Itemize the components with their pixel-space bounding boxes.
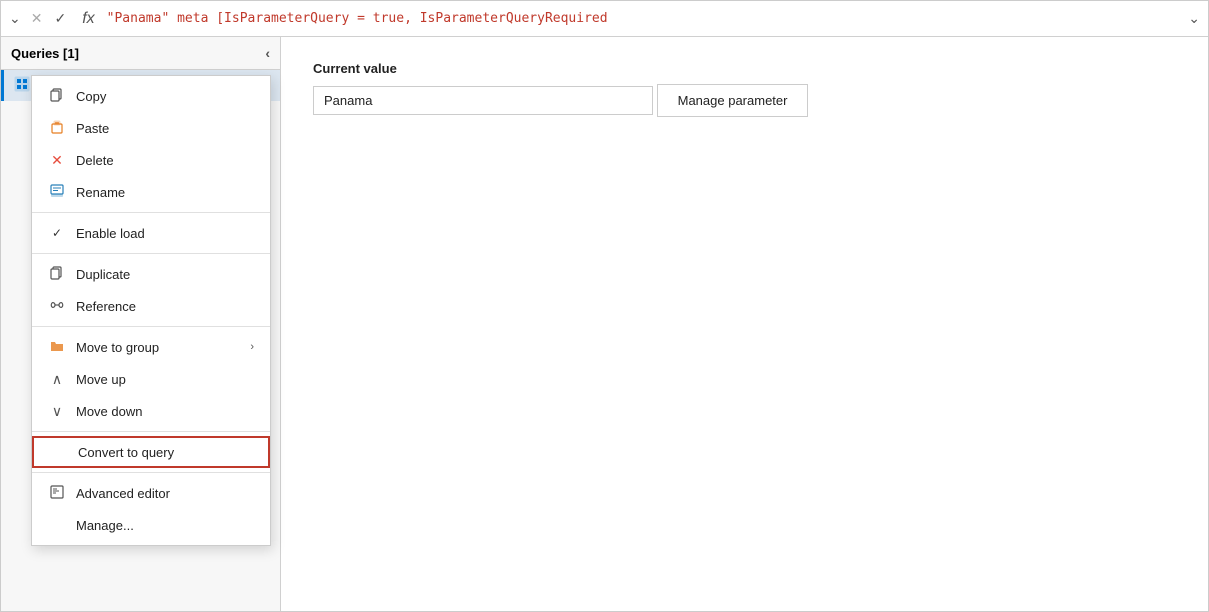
separator-1 [32,212,270,213]
menu-item-advanced-editor[interactable]: Advanced editor [32,477,270,509]
sidebar-title: Queries [1] [11,46,79,61]
current-value-label: Current value [313,61,1176,76]
menu-item-enable-load[interactable]: ✓ Enable load [32,217,270,249]
rename-icon [48,184,66,201]
move-to-group-label: Move to group [76,340,240,355]
sidebar: Queries [1] ‹ CountryName (Panama) [1,37,281,611]
paste-icon [48,120,66,137]
menu-item-move-up[interactable]: ∧ Move up [32,363,270,395]
menu-item-delete[interactable]: ✕ Delete [32,144,270,176]
menu-item-duplicate[interactable]: Duplicate [32,258,270,290]
main-area: Queries [1] ‹ CountryName (Panama) [1,37,1208,611]
manage-parameter-button[interactable]: Manage parameter [657,84,809,117]
copy-icon [48,88,66,105]
advanced-editor-label: Advanced editor [76,486,254,501]
paste-label: Paste [76,121,254,136]
separator-2 [32,253,270,254]
menu-item-manage[interactable]: Manage... [32,509,270,541]
menu-item-move-down[interactable]: ∨ Move down [32,395,270,427]
duplicate-label: Duplicate [76,267,254,282]
menu-item-convert-to-query[interactable]: Convert to query [32,436,270,468]
menu-item-rename[interactable]: Rename [32,176,270,208]
menu-item-reference[interactable]: Reference [32,290,270,322]
enable-load-checkmark: ✓ [48,226,66,240]
move-up-icon: ∧ [48,371,66,388]
reference-icon [48,298,66,315]
separator-5 [32,472,270,473]
copy-label: Copy [76,89,254,104]
separator-3 [32,326,270,327]
move-up-label: Move up [76,372,254,387]
content-area: Current value Manage parameter [281,37,1208,611]
reference-label: Reference [76,299,254,314]
menu-item-move-to-group[interactable]: Move to group › [32,331,270,363]
current-value-input[interactable] [313,86,653,115]
formula-bar-actions: ✕ ✓ [27,8,70,29]
delete-label: Delete [76,153,254,168]
manage-label: Manage... [76,518,254,533]
menu-item-paste[interactable]: Paste [32,112,270,144]
convert-to-query-label: Convert to query [78,445,252,460]
advanced-editor-icon [48,485,66,502]
formula-text: "Panama" meta [IsParameterQuery = true, … [107,11,1183,26]
sidebar-collapse-button[interactable]: ‹ [265,45,270,61]
formula-cancel-icon[interactable]: ✕ [27,8,47,29]
delete-icon: ✕ [48,152,66,169]
sidebar-header: Queries [1] ‹ [1,37,280,70]
move-down-icon: ∨ [48,403,66,420]
folder-icon [48,339,66,356]
query-item-icon [14,76,30,95]
formula-bar: ⌄ ✕ ✓ fx "Panama" meta [IsParameterQuery… [1,1,1208,37]
formula-expand-icon[interactable]: ⌄ [1188,10,1200,27]
formula-confirm-icon[interactable]: ✓ [50,8,70,29]
move-to-group-arrow: › [250,341,254,353]
enable-load-label: Enable load [76,226,254,241]
formula-fx-label: fx [76,10,100,28]
formula-bar-chevron[interactable]: ⌄ [9,10,21,27]
move-down-label: Move down [76,404,254,419]
duplicate-icon [48,266,66,283]
menu-item-copy[interactable]: Copy [32,80,270,112]
rename-label: Rename [76,185,254,200]
context-menu: Copy Paste ✕ Delete [31,75,271,546]
separator-4 [32,431,270,432]
